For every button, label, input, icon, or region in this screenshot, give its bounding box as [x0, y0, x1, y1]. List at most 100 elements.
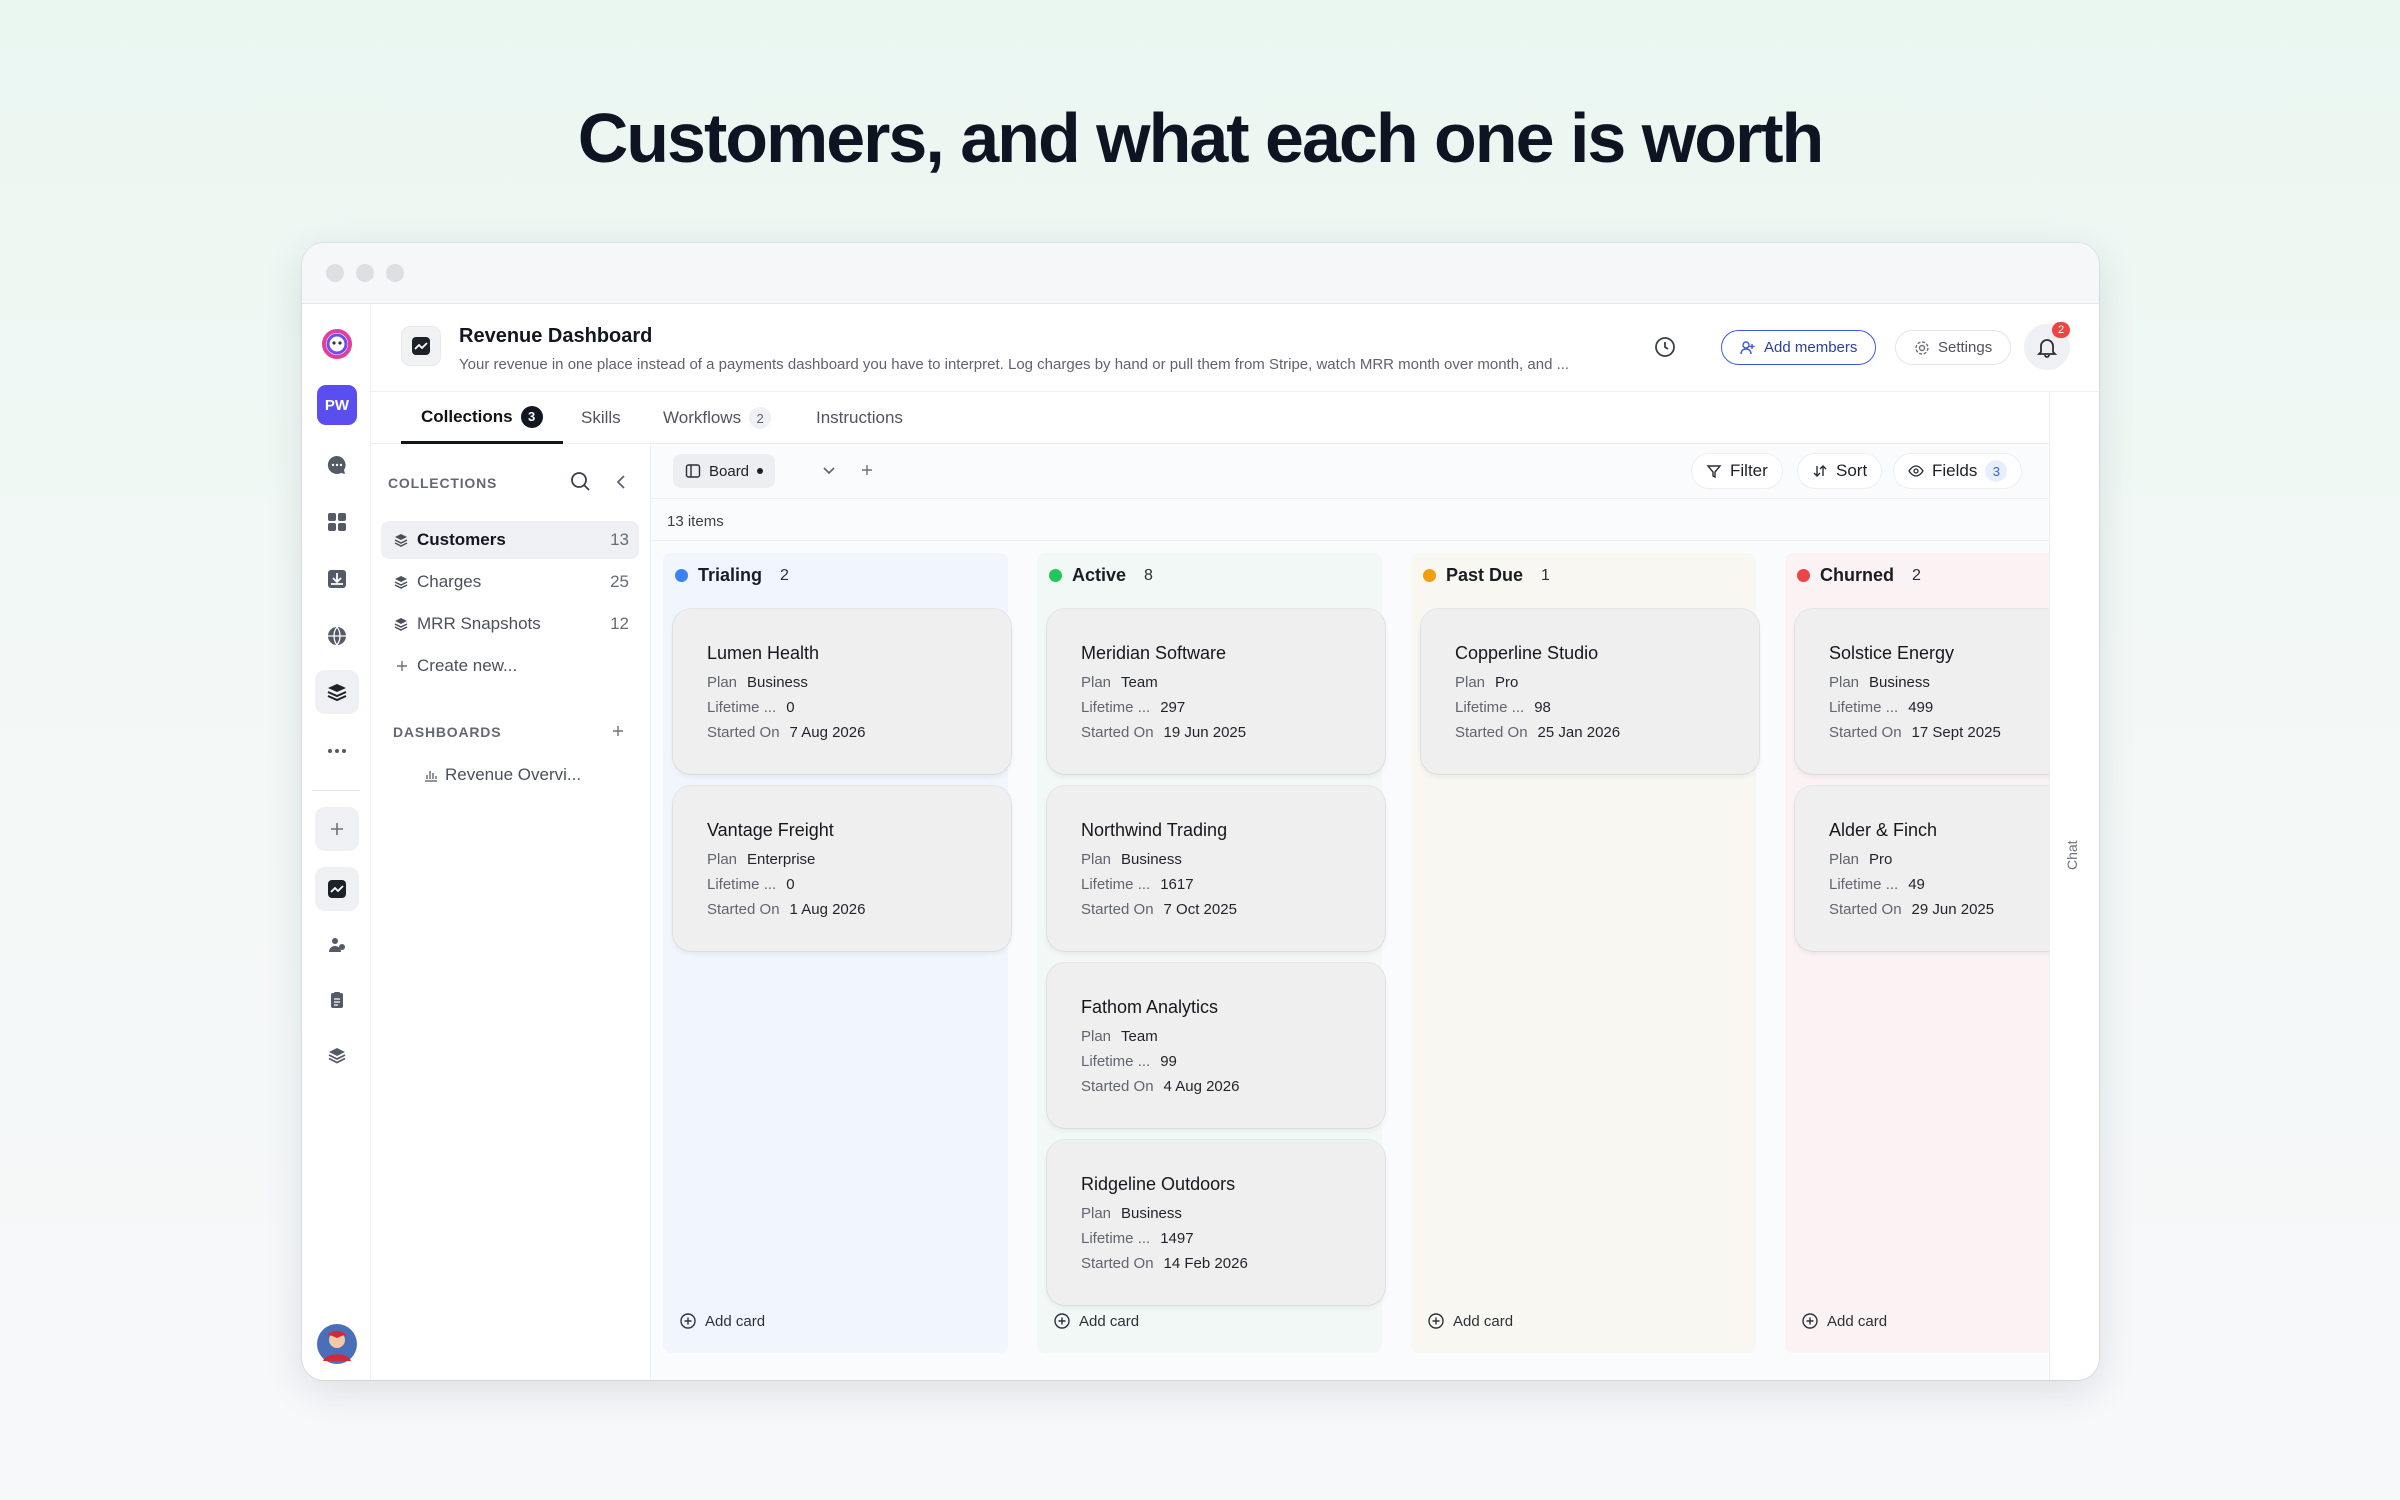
- plan-row: Plan Pro: [1455, 670, 1725, 695]
- customer-card[interactable]: Vantage Freight Plan Enterprise Lifetime ..…: [673, 786, 1011, 951]
- inbox-icon[interactable]: [315, 557, 359, 601]
- customer-card[interactable]: Meridian Software Plan Team Lifetime ... 297…: [1047, 609, 1385, 774]
- collapse-chevron-icon[interactable]: [613, 473, 629, 496]
- tab-collections[interactable]: Collections 3: [401, 392, 563, 444]
- customer-card[interactable]: Alder & Finch Plan Pro Lifetime ... 49 Starte…: [1795, 786, 2049, 951]
- view-board-button[interactable]: Board: [673, 454, 776, 488]
- column-title: Past Due: [1446, 565, 1524, 585]
- fields-count-badge: 3: [1985, 460, 2008, 482]
- started-value: 4 Aug 2026: [1163, 1078, 1240, 1095]
- item-count: 13 items: [667, 513, 724, 530]
- add-view-plus-icon[interactable]: [859, 462, 875, 483]
- notifications-button[interactable]: 2: [2024, 322, 2070, 370]
- customer-name: Copperline Studio: [1455, 643, 1599, 663]
- tab-bar: Collections 3 Skills Workflows 2 Instruc…: [371, 392, 2049, 444]
- column-title: Churned: [1820, 565, 1894, 585]
- clipboard-icon[interactable]: [315, 978, 359, 1022]
- more-dots-icon[interactable]: [315, 729, 359, 773]
- lifetime-row: Lifetime ... 98: [1455, 695, 1725, 720]
- add-card-label: Add card: [705, 1312, 766, 1330]
- dashboard-item[interactable]: Revenue Overvi...: [381, 756, 639, 794]
- people-icon[interactable]: [315, 923, 359, 967]
- column-header[interactable]: Churned 2: [1797, 565, 1921, 586]
- plan-row: Plan Business: [1081, 847, 1351, 872]
- workspace-avatar[interactable]: PW: [315, 383, 359, 427]
- add-card-label: Add card: [1827, 1312, 1888, 1330]
- notification-badge: 2: [2052, 322, 2070, 338]
- customer-card[interactable]: Solstice Energy Plan Business Lifetime ... 4…: [1795, 609, 2049, 774]
- layers-icon[interactable]: [315, 1033, 359, 1077]
- sort-button[interactable]: Sort: [1797, 453, 1883, 489]
- collection-stack-icon: [393, 532, 409, 553]
- window-close-dot[interactable]: [326, 264, 344, 282]
- plan-row: Plan Enterprise: [707, 847, 977, 872]
- tab-skills[interactable]: Skills: [581, 392, 621, 444]
- started-value: 14 Feb 2026: [1163, 1255, 1248, 1272]
- history-icon[interactable]: [1653, 335, 1677, 364]
- lifetime-row: Lifetime ... 0: [707, 872, 977, 897]
- revenue-dashboard-app-icon[interactable]: [315, 867, 359, 911]
- window-minimize-dot[interactable]: [356, 264, 374, 282]
- board-column-churned: Churned 2 Solstice Energy Plan Business Lifet…: [1785, 553, 2049, 1353]
- lifetime-value: 499: [1908, 699, 1934, 716]
- collections-stack-icon[interactable]: [315, 670, 359, 714]
- board-column-active: Active 8 Meridian Software Plan Team Lifetime…: [1037, 553, 1385, 1353]
- collection-label: Charges: [417, 572, 482, 591]
- chat-bubble-icon[interactable]: [315, 443, 359, 487]
- customer-card[interactable]: Fathom Analytics Plan Team Lifetime ... 99 St…: [1047, 963, 1385, 1128]
- started-row: Started On 17 Sept 2025: [1829, 720, 2049, 745]
- customer-card[interactable]: Ridgeline Outdoors Plan Business Lifetime .…: [1047, 1140, 1385, 1305]
- add-members-button[interactable]: Add members: [1721, 330, 1877, 365]
- plan-value: Team: [1121, 1028, 1158, 1045]
- column-header[interactable]: Past Due 1: [1423, 565, 1550, 586]
- field-label: Lifetime ...: [707, 699, 777, 716]
- field-label: Plan: [707, 851, 738, 868]
- collection-item-customers[interactable]: Customers 13: [381, 521, 639, 559]
- tab-workflows[interactable]: Workflows 2: [663, 392, 772, 444]
- status-dot: [1049, 569, 1062, 582]
- collection-stack-icon: [393, 616, 409, 637]
- fields-button[interactable]: Fields 3: [1893, 453, 2023, 489]
- customer-name: Lumen Health: [707, 643, 820, 663]
- plan-row: Plan Business: [1829, 670, 2049, 695]
- field-label: Plan: [1829, 674, 1860, 691]
- add-card-button[interactable]: Add card: [1801, 1312, 1887, 1330]
- sort-icon: [1813, 465, 1827, 477]
- column-header[interactable]: Trialing 2: [675, 565, 789, 586]
- add-card-label: Add card: [1079, 1312, 1140, 1330]
- collection-item-mrr-snapshots[interactable]: MRR Snapshots 12: [381, 605, 639, 643]
- apps-grid-icon[interactable]: [315, 500, 359, 544]
- tab-instructions[interactable]: Instructions: [816, 392, 903, 444]
- add-app-plus-icon[interactable]: [315, 807, 359, 851]
- add-dashboard-plus-icon[interactable]: [611, 724, 625, 743]
- collection-item-charges[interactable]: Charges 25: [381, 563, 639, 601]
- chat-side-panel[interactable]: Chat: [2049, 392, 2099, 1380]
- app-header: Revenue Dashboard Your revenue in one pl…: [371, 304, 2099, 392]
- search-icon[interactable]: [570, 471, 592, 498]
- started-row: Started On 1 Aug 2026: [707, 897, 977, 922]
- customer-card[interactable]: Northwind Trading Plan Business Lifetime ..…: [1047, 786, 1385, 951]
- field-label: Lifetime ...: [707, 876, 777, 893]
- add-card-button[interactable]: Add card: [1053, 1312, 1139, 1330]
- chevron-down-icon[interactable]: [821, 462, 837, 483]
- column-header[interactable]: Active 8: [1049, 565, 1153, 586]
- started-row: Started On 25 Jan 2026: [1455, 720, 1725, 745]
- settings-button[interactable]: Settings: [1895, 330, 2012, 365]
- plan-row: Plan Business: [707, 670, 977, 695]
- add-card-button[interactable]: Add card: [1427, 1312, 1513, 1330]
- lifetime-value: 0: [786, 876, 795, 893]
- filter-button[interactable]: Filter: [1691, 453, 1783, 489]
- lifetime-value: 99: [1160, 1053, 1177, 1070]
- customer-card[interactable]: Lumen Health Plan Business Lifetime ... 0 Sta…: [673, 609, 1011, 774]
- globe-icon[interactable]: [315, 614, 359, 658]
- add-card-button[interactable]: Add card: [679, 1312, 765, 1330]
- app-logo-icon[interactable]: [315, 322, 359, 366]
- window-zoom-dot[interactable]: [386, 264, 404, 282]
- tab-badge: 2: [749, 407, 772, 429]
- page-headline: Customers, and what each one is worth: [577, 99, 1825, 177]
- board-columns: Trialing 2 Lumen Health Plan Business Lifetim…: [651, 540, 2049, 1380]
- field-label: Lifetime ...: [1829, 876, 1899, 893]
- create-new-collection-button[interactable]: Create new...: [381, 647, 639, 685]
- user-avatar[interactable]: [315, 1322, 359, 1366]
- customer-card[interactable]: Copperline Studio Plan Pro Lifetime ... 98 St…: [1421, 609, 1759, 774]
